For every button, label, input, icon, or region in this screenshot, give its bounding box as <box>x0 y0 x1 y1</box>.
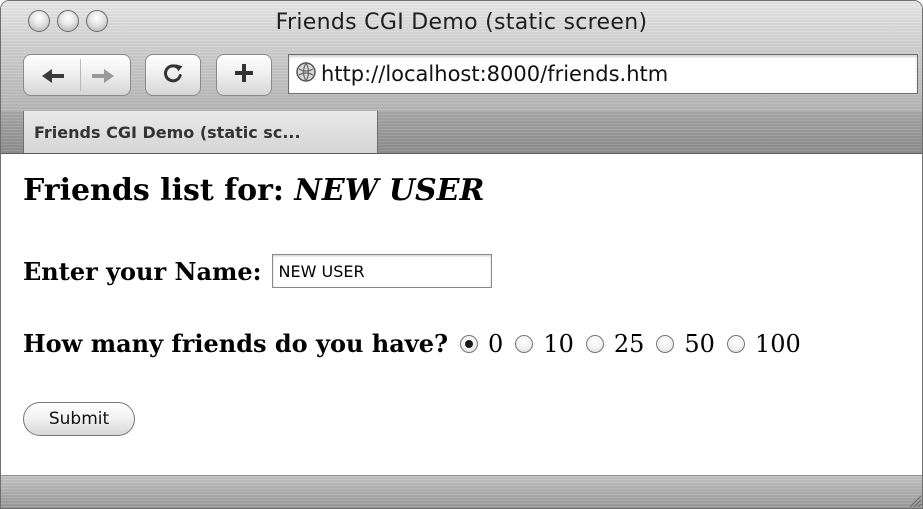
address-bar[interactable]: http://localhost:8000/friends.htm <box>288 54 918 94</box>
tab-label: Friends CGI Demo (static sc... <box>34 122 301 142</box>
heading-user-name: NEW USER <box>294 173 485 208</box>
browser-window: Friends CGI Demo (static screen) http://… <box>0 0 923 509</box>
back-forward-button-group <box>23 54 131 96</box>
friends-option-50: 50 <box>684 329 715 358</box>
toolbar-divider <box>80 59 81 91</box>
url-text[interactable]: http://localhost:8000/friends.htm <box>321 62 668 86</box>
browser-chrome: Friends CGI Demo (static screen) http://… <box>1 1 922 112</box>
reload-button[interactable] <box>145 54 201 96</box>
page-heading: Friends list for: NEW USER <box>23 173 484 208</box>
friends-option-0: 0 <box>488 329 504 358</box>
friends-row: How many friends do you have? 0 10 25 50… <box>23 329 801 358</box>
reload-icon <box>162 62 184 88</box>
forward-arrow-icon[interactable] <box>88 67 118 85</box>
name-input[interactable] <box>271 254 492 288</box>
friends-question-label: How many friends do you have? <box>23 329 449 358</box>
name-row: Enter your Name: <box>23 254 492 288</box>
friends-option-25: 25 <box>613 329 645 358</box>
friends-radio-100[interactable] <box>726 334 745 353</box>
tab-bar: Friends CGI Demo (static sc... <box>1 111 922 154</box>
name-label: Enter your Name: <box>23 256 262 286</box>
back-arrow-icon[interactable] <box>38 67 68 85</box>
add-bookmark-button[interactable] <box>216 54 272 96</box>
friends-radio-50[interactable] <box>656 334 675 353</box>
submit-button[interactable]: Submit <box>23 402 135 436</box>
heading-prefix: Friends list for: <box>23 173 284 208</box>
resize-grip-icon[interactable] <box>904 490 922 508</box>
status-bar <box>1 475 922 508</box>
window-title: Friends CGI Demo (static screen) <box>275 10 648 35</box>
friends-radio-10[interactable] <box>515 334 534 353</box>
globe-icon <box>295 61 317 87</box>
tab-friends-cgi-demo[interactable]: Friends CGI Demo (static sc... <box>23 111 378 153</box>
friends-option-10: 10 <box>543 329 574 358</box>
friends-radio-0[interactable] <box>460 334 479 353</box>
friends-radio-25[interactable] <box>585 334 604 353</box>
friends-option-100: 100 <box>754 329 801 358</box>
add-bookmark-icon <box>233 62 255 88</box>
